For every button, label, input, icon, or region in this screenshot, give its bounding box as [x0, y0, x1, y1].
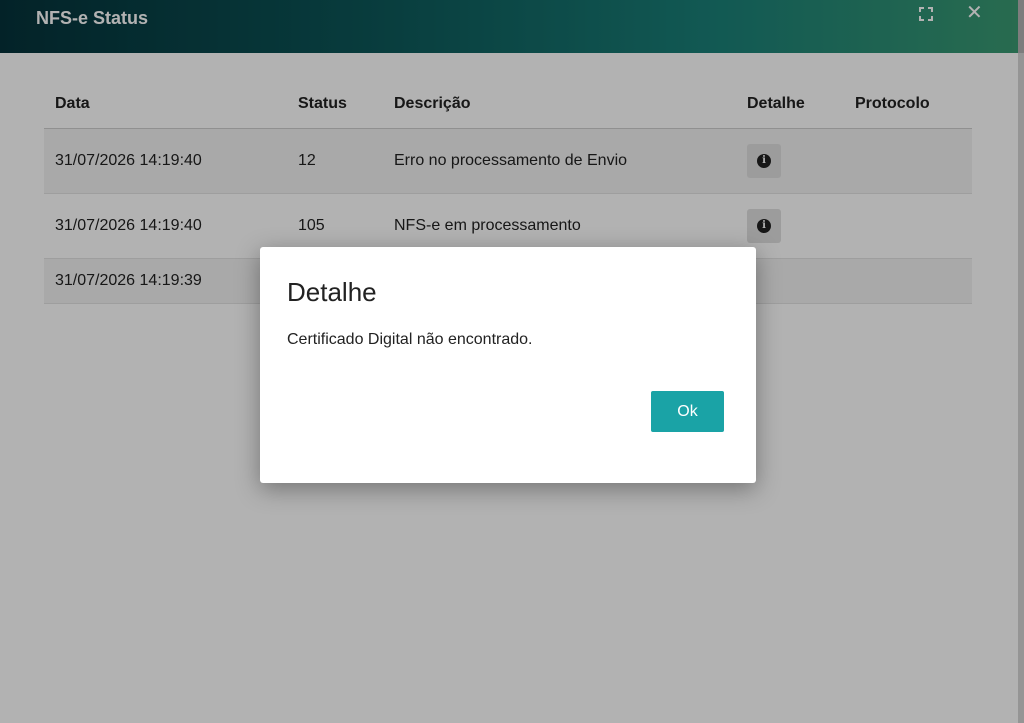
dialog-message: Certificado Digital não encontrado. — [287, 331, 533, 348]
detail-dialog: Detalhe Certificado Digital não encontra… — [260, 247, 756, 483]
dialog-title: Detalhe — [287, 277, 377, 307]
ok-button[interactable]: Ok — [651, 391, 724, 432]
